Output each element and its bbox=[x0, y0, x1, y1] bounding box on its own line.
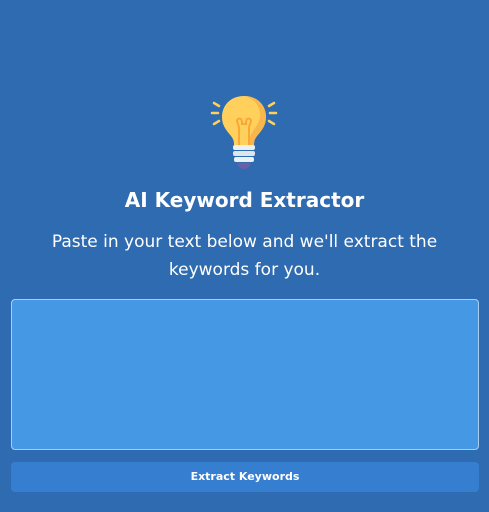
extract-keywords-button[interactable]: Extract Keywords bbox=[11, 462, 479, 492]
keyword-extractor-page: AI Keyword Extractor Paste in your text … bbox=[0, 0, 489, 512]
text-input[interactable] bbox=[11, 299, 479, 450]
page-subtitle: Paste in your text below and we'll extra… bbox=[51, 232, 438, 280]
lightbulb-icon bbox=[206, 92, 282, 172]
page-title: AI Keyword Extractor bbox=[124, 188, 365, 212]
